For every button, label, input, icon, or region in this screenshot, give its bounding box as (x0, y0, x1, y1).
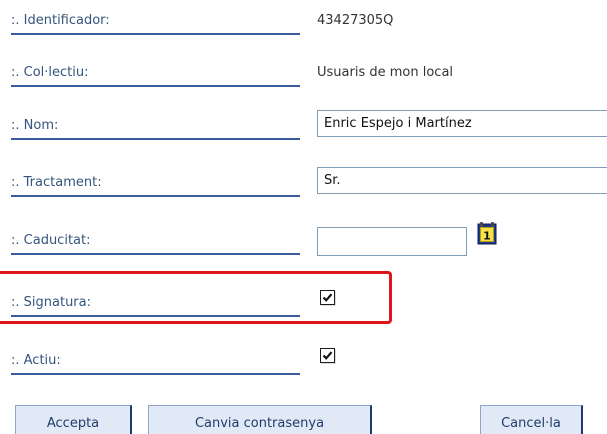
signatura-highlight-box (0, 271, 392, 324)
canvia-contrasenya-button[interactable]: Canvia contrasenya (148, 405, 372, 434)
nom-label: :. Nom: (11, 118, 59, 133)
nom-label-cell: :. Nom: (11, 116, 300, 140)
caducitat-input[interactable] (317, 227, 467, 256)
checkmark-icon (322, 351, 333, 360)
calendar-icon[interactable]: 1 (477, 222, 497, 245)
identificador-value: 43427305Q (317, 13, 394, 28)
tractament-label: :. Tractament: (11, 175, 102, 190)
nom-input[interactable] (317, 110, 607, 137)
identificador-label-cell: :. Identificador: (11, 11, 300, 35)
collectiu-label-cell: :. Col·lectiu: (11, 63, 300, 87)
caducitat-label-cell: :. Caducitat: (11, 231, 300, 255)
cancella-button[interactable]: Cancel·la (480, 405, 583, 434)
tractament-label-cell: :. Tractament: (11, 173, 300, 197)
actiu-label-cell: :. Actiu: (11, 351, 300, 375)
collectiu-label: :. Col·lectiu: (11, 65, 89, 80)
collectiu-value: Usuaris de mon local (317, 65, 454, 80)
accepta-button[interactable]: Accepta (15, 405, 132, 434)
actiu-checkbox[interactable] (320, 348, 335, 363)
identificador-label: :. Identificador: (11, 13, 110, 28)
caducitat-label: :. Caducitat: (11, 233, 91, 248)
tractament-input[interactable] (317, 167, 607, 194)
svg-text:1: 1 (483, 230, 491, 243)
actiu-label: :. Actiu: (11, 353, 61, 368)
